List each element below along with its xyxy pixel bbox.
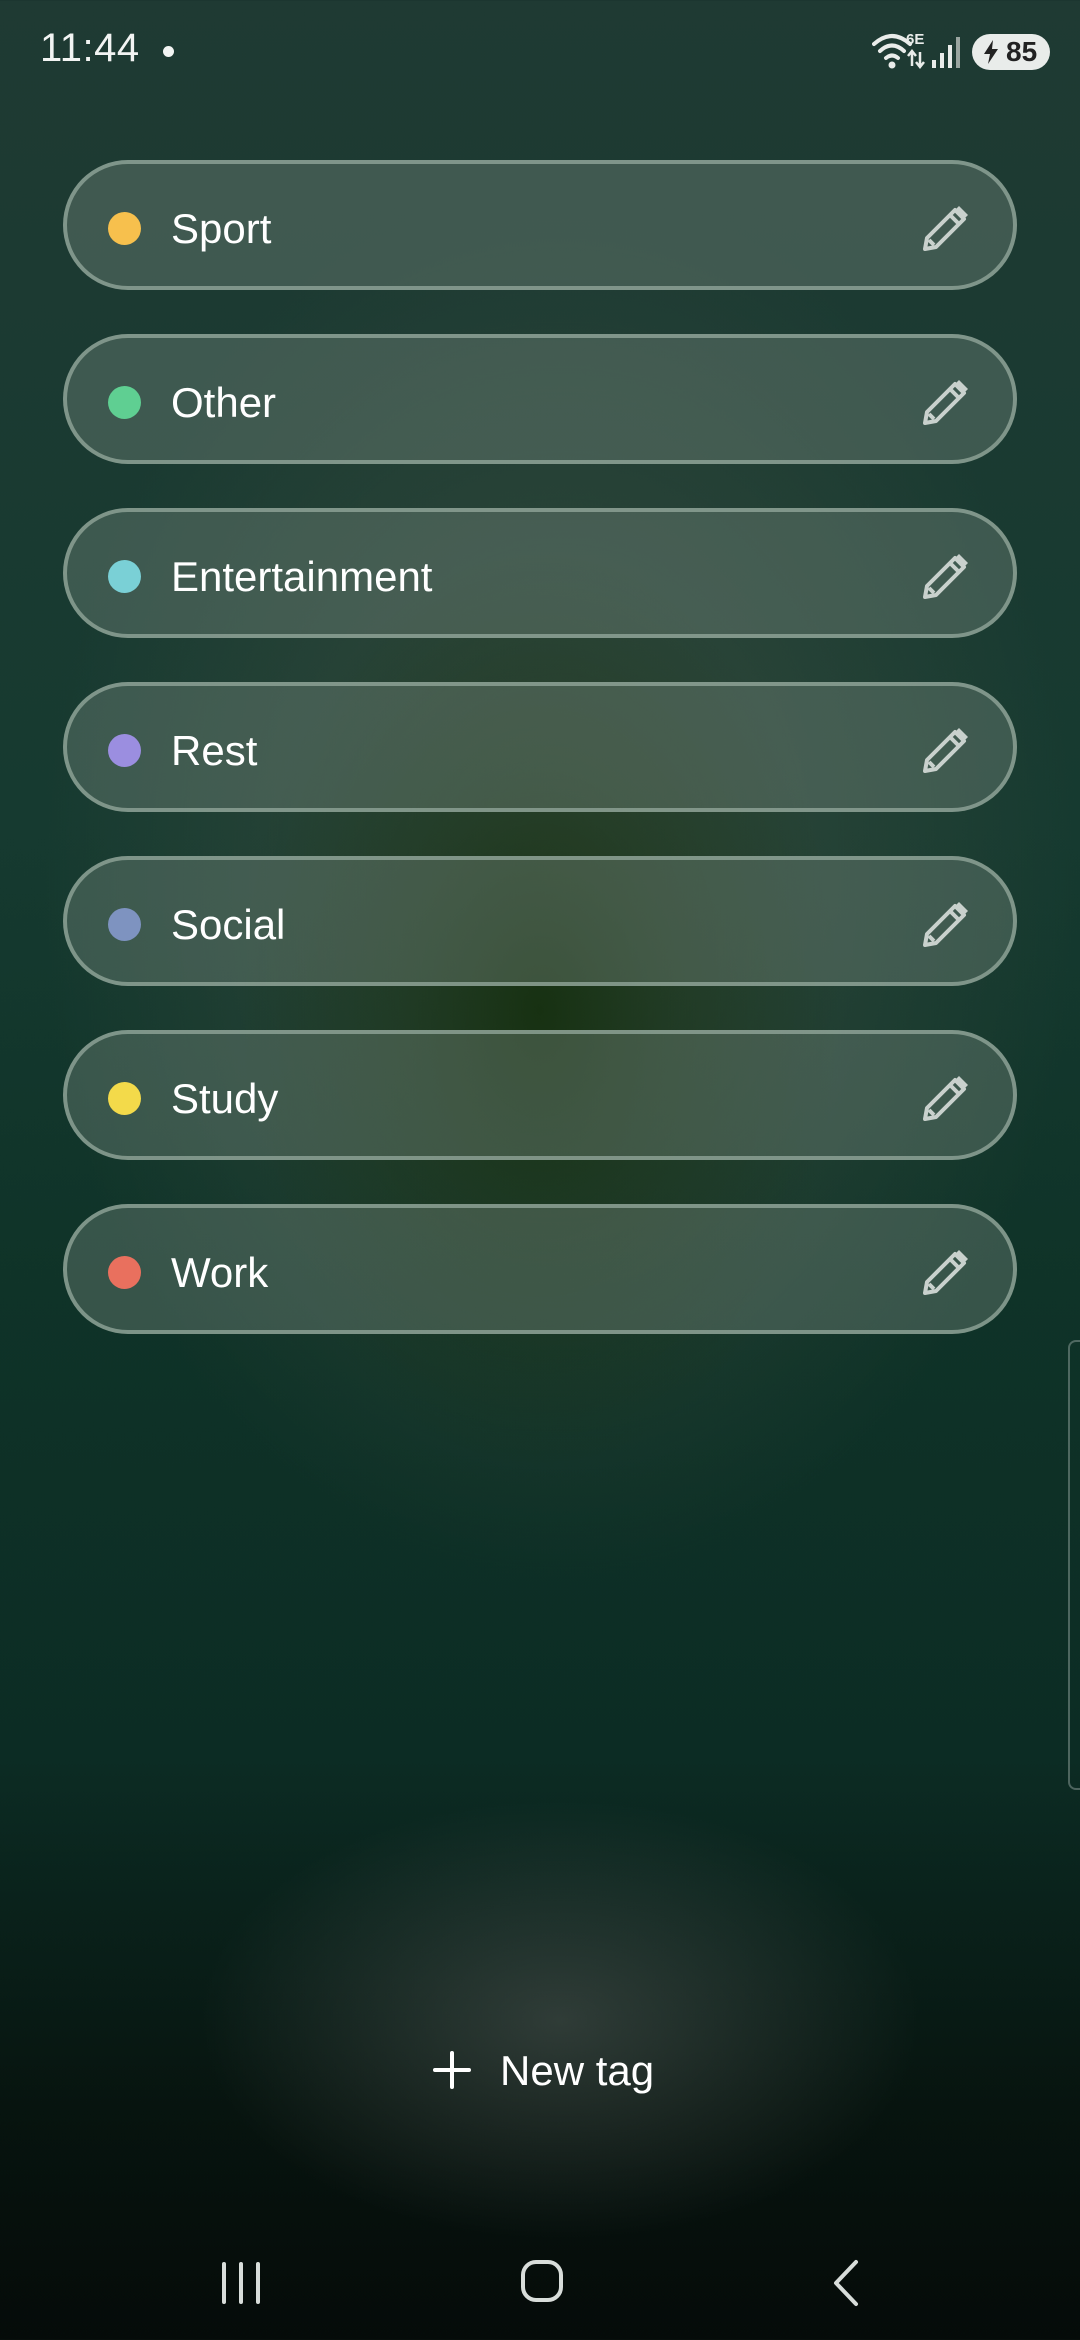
tag-color-dot [108,734,141,767]
recents-icon[interactable] [218,2260,264,2306]
tag-list: Sport Other Entertainment Rest Social St… [63,160,1017,1378]
tag-label: Other [171,379,277,426]
navigation-bar [0,2230,1080,2340]
tag-label: Sport [171,205,272,252]
back-icon[interactable] [828,2258,864,2308]
pencil-icon [923,1250,968,1295]
network-type-label: 6E [906,31,924,48]
tag-color-dot [108,1256,141,1289]
tag-label: Work [171,1249,269,1296]
tag-item-sport[interactable]: Sport [63,160,1017,290]
tag-color-dot [108,386,141,419]
tag-item-rest[interactable]: Rest [63,682,1017,812]
wifi-icon: 6E [872,31,925,70]
signal-icon [932,37,960,68]
notification-dot-icon [163,46,174,57]
pencil-icon [923,902,968,947]
edit-tag-button[interactable] [913,1241,977,1305]
tag-color-dot [108,212,141,245]
tag-color-dot [108,908,141,941]
tag-label: Social [171,901,286,948]
edge-panel-handle[interactable] [1068,1340,1080,1790]
tag-color-dot [108,560,141,593]
tag-label: Entertainment [171,553,433,600]
tag-item-study[interactable]: Study [63,1030,1017,1160]
tag-label: Rest [171,727,258,774]
edit-tag-button[interactable] [913,1067,977,1131]
edit-tag-button[interactable] [913,371,977,435]
battery-badge: 85 [972,34,1050,70]
tag-item-other[interactable]: Other [63,334,1017,464]
tag-color-dot [108,1082,141,1115]
tag-item-social[interactable]: Social [63,856,1017,986]
tag-item-work[interactable]: Work [63,1204,1017,1334]
status-time: 11:44 [40,26,140,70]
battery-level: 85 [1006,36,1038,67]
pencil-icon [923,1076,968,1121]
tag-item-entertainment[interactable]: Entertainment [63,508,1017,638]
home-icon[interactable] [519,2258,565,2304]
new-tag-button[interactable]: New tag [432,2040,672,2104]
edit-tag-button[interactable] [913,545,977,609]
new-tag-label: New tag [500,2047,655,2094]
plus-icon [433,2051,471,2089]
pencil-icon [923,206,968,251]
edit-tag-button[interactable] [913,719,977,783]
pencil-icon [923,728,968,773]
status-bar: 11:44 6E 85 [0,0,1080,100]
edit-tag-button[interactable] [913,197,977,261]
tag-label: Study [171,1075,279,1122]
edit-tag-button[interactable] [913,893,977,957]
pencil-icon [923,554,968,599]
charging-bolt-icon [984,40,998,64]
pencil-icon [923,380,968,425]
